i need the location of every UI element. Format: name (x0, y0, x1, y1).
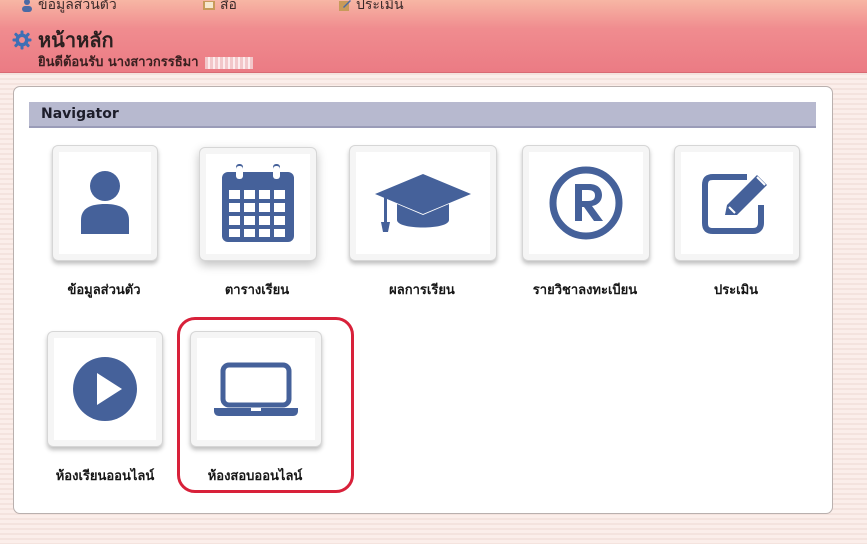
welcome-text: ยินดีต้อนรับ นางสาวกรรธิมา (38, 55, 199, 70)
topnav-label: สื่อ (220, 0, 237, 13)
calendar-icon (222, 164, 294, 242)
highlight-annotation (177, 317, 354, 493)
navigator-panel: Navigator ข้อมูลส่วนตัว ตารางเรียน ผลการ… (13, 86, 833, 514)
topnav-label: ประเมิน (356, 0, 404, 13)
gear-icon (12, 30, 32, 50)
topnav-item-media[interactable]: สื่อ (202, 0, 237, 16)
person-icon (22, 0, 32, 12)
tile-timetable[interactable]: ตารางเรียน (199, 145, 319, 305)
tile-label: ข้อมูลส่วนตัว (67, 283, 141, 298)
graduation-cap-icon (375, 174, 471, 232)
tile-grades[interactable]: ผลการเรียน (349, 145, 499, 305)
tile-label: รายวิชาลงทะเบียน (532, 283, 638, 298)
tile-label: ประเมิน (713, 283, 759, 298)
tile-personal-info[interactable]: ข้อมูลส่วนตัว (52, 145, 158, 305)
tile-box[interactable] (52, 145, 158, 261)
topnav-item-personal[interactable]: ข้อมูลส่วนตัว (20, 0, 117, 16)
tile-registered-courses[interactable]: รายวิชาลงทะเบียน (522, 145, 652, 305)
tile-box[interactable] (47, 331, 163, 447)
registered-icon (549, 166, 623, 240)
navigator-header: Navigator (29, 102, 816, 128)
edit-icon (702, 174, 767, 234)
tile-box[interactable] (199, 147, 317, 261)
tile-label: ตารางเรียน (224, 283, 290, 298)
tile-label: ผลการเรียน (389, 283, 455, 298)
welcome-message: ยินดีต้อนรับ นางสาวกรรธิมา (38, 51, 253, 72)
topnav-item-evaluate[interactable]: ประเมิน (338, 0, 404, 16)
topnav-label: ข้อมูลส่วนตัว (38, 0, 117, 13)
tile-box[interactable] (349, 145, 497, 261)
tile-box[interactable] (674, 145, 800, 261)
tile-evaluate[interactable]: ประเมิน (674, 145, 802, 305)
tile-label: ห้องเรียนออนไลน์ (55, 469, 155, 484)
navigator-title: Navigator (41, 106, 119, 122)
play-icon (73, 357, 137, 421)
tile-online-classroom[interactable]: ห้องเรียนออนไลน์ (47, 331, 165, 491)
tile-box[interactable] (522, 145, 650, 261)
user-icon (81, 171, 129, 234)
page-header: ข้อมูลส่วนตัว สื่อ ประเมิน หน้าหลัก ยินด… (0, 0, 867, 73)
edit-icon (339, 0, 351, 11)
book-icon (203, 1, 215, 10)
redacted-name (204, 56, 253, 69)
